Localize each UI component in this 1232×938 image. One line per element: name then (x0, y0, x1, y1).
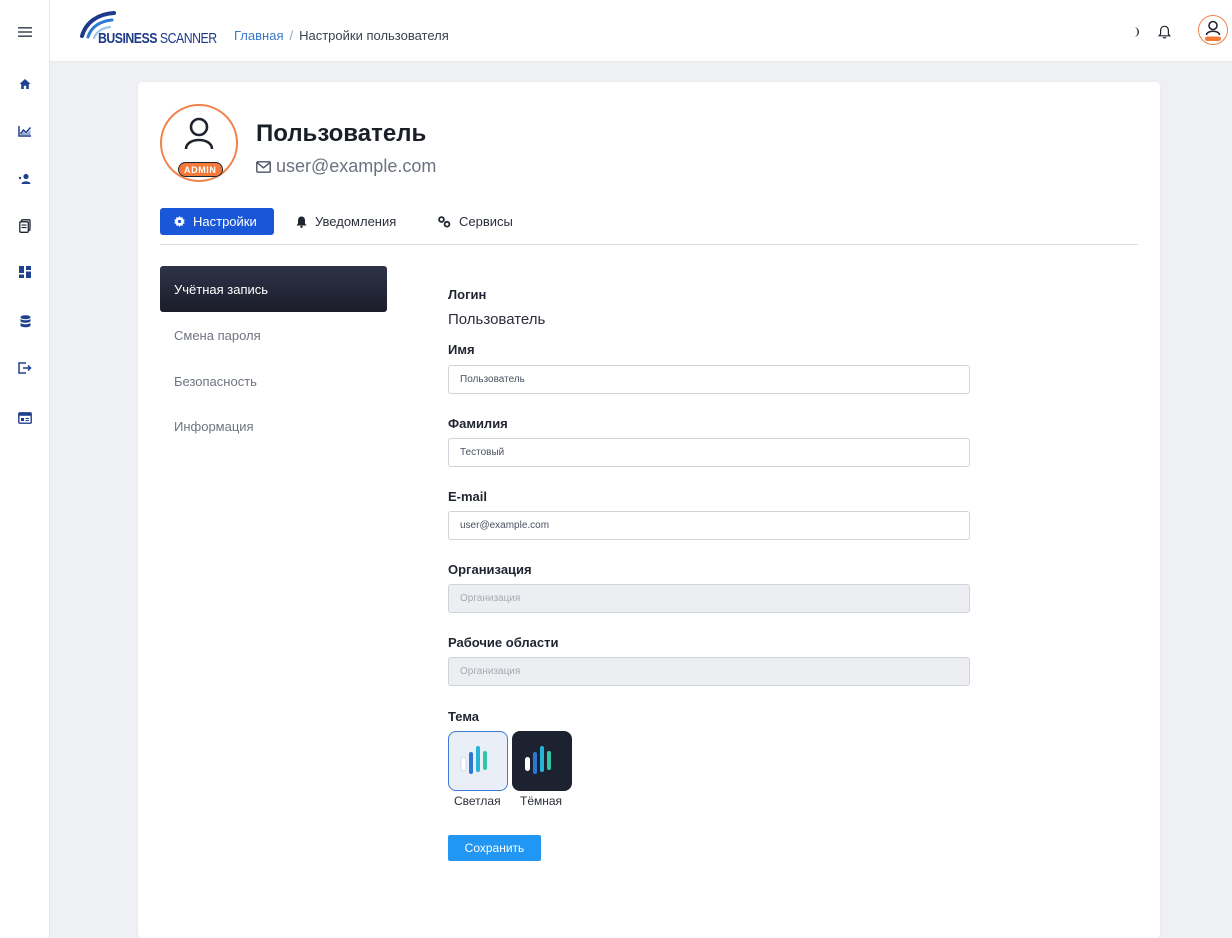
dark-mode-toggle-icon[interactable] (1126, 22, 1146, 42)
menu-item-security[interactable]: Безопасность (160, 358, 387, 404)
reports-icon[interactable] (0, 211, 50, 241)
breadcrumb-separator: / (289, 28, 294, 43)
notifications-bell-icon[interactable] (1154, 22, 1174, 42)
window-icon[interactable] (0, 403, 50, 433)
tab-notifications[interactable]: Уведомления (296, 208, 396, 235)
email-label: E-mail (448, 489, 488, 504)
gear-icon (174, 216, 185, 227)
menu-item-change-password[interactable]: Смена пароля (160, 312, 387, 358)
profile-avatar[interactable]: ADMIN (160, 104, 238, 190)
theme-dark-icon (525, 746, 551, 774)
email-input[interactable] (448, 511, 970, 540)
profile-email: user@example.com (276, 156, 437, 176)
user-avatar-button[interactable] (1198, 15, 1228, 45)
workspaces-label: Рабочие области (448, 635, 559, 650)
save-button[interactable]: Сохранить (448, 835, 541, 861)
breadcrumb: Главная / Настройки пользователя (234, 28, 449, 43)
home-icon[interactable] (0, 69, 50, 99)
login-label: Логин (448, 287, 487, 302)
admin-badge: ADMIN (178, 162, 223, 177)
menu-item-account[interactable]: Учётная запись (160, 266, 387, 312)
breadcrumb-home-link[interactable]: Главная (234, 28, 283, 43)
users-icon[interactable] (0, 164, 50, 194)
top-bar: BUSINESS SCANNER Главная / Настройки польз… (50, 0, 1232, 62)
theme-label: Тема (448, 709, 480, 724)
first-name-input[interactable] (448, 365, 970, 394)
theme-dark-option[interactable] (512, 731, 572, 791)
sidebar (0, 0, 50, 938)
theme-dark-caption: Тёмная (520, 794, 563, 808)
logo[interactable]: BUSINESS SCANNER (78, 10, 217, 50)
logout-icon[interactable] (0, 353, 50, 383)
tab-services-label: Сервисы (459, 214, 513, 229)
profile-email-row: user@example.com (256, 156, 436, 177)
theme-light-caption: Светлая (454, 794, 501, 808)
menu-icon[interactable] (0, 17, 50, 47)
services-icon (438, 215, 451, 227)
profile-user-icon (184, 117, 214, 150)
profile-name: Пользователь (256, 120, 427, 147)
organization-label: Организация (448, 562, 532, 577)
theme-light-option[interactable] (448, 731, 508, 791)
logo-text: BUSINESS SCANNER (98, 30, 217, 47)
menu-item-info[interactable]: Информация (160, 403, 387, 449)
theme-light-icon (460, 746, 487, 774)
bell-icon (296, 216, 307, 228)
dashboard-icon[interactable] (0, 257, 50, 287)
first-name-label: Имя (448, 342, 475, 357)
chart-icon[interactable] (0, 116, 50, 146)
tab-settings-label: Настройки (193, 214, 257, 229)
organization-input (448, 584, 970, 613)
tabs-divider (160, 244, 1138, 245)
last-name-input[interactable] (448, 438, 970, 467)
tab-settings[interactable]: Настройки (160, 208, 274, 235)
database-icon[interactable] (0, 306, 50, 336)
mail-icon (256, 160, 271, 173)
settings-card: ADMIN Пользователь user@example.com Наст… (138, 82, 1160, 938)
workspaces-input (448, 657, 970, 686)
tab-notifications-label: Уведомления (315, 214, 397, 229)
login-value: Пользователь (448, 311, 546, 328)
avatar-user-icon (1205, 20, 1221, 41)
breadcrumb-current: Настройки пользователя (299, 28, 449, 43)
tab-services[interactable]: Сервисы (438, 208, 513, 235)
last-name-label: Фамилия (448, 416, 508, 431)
